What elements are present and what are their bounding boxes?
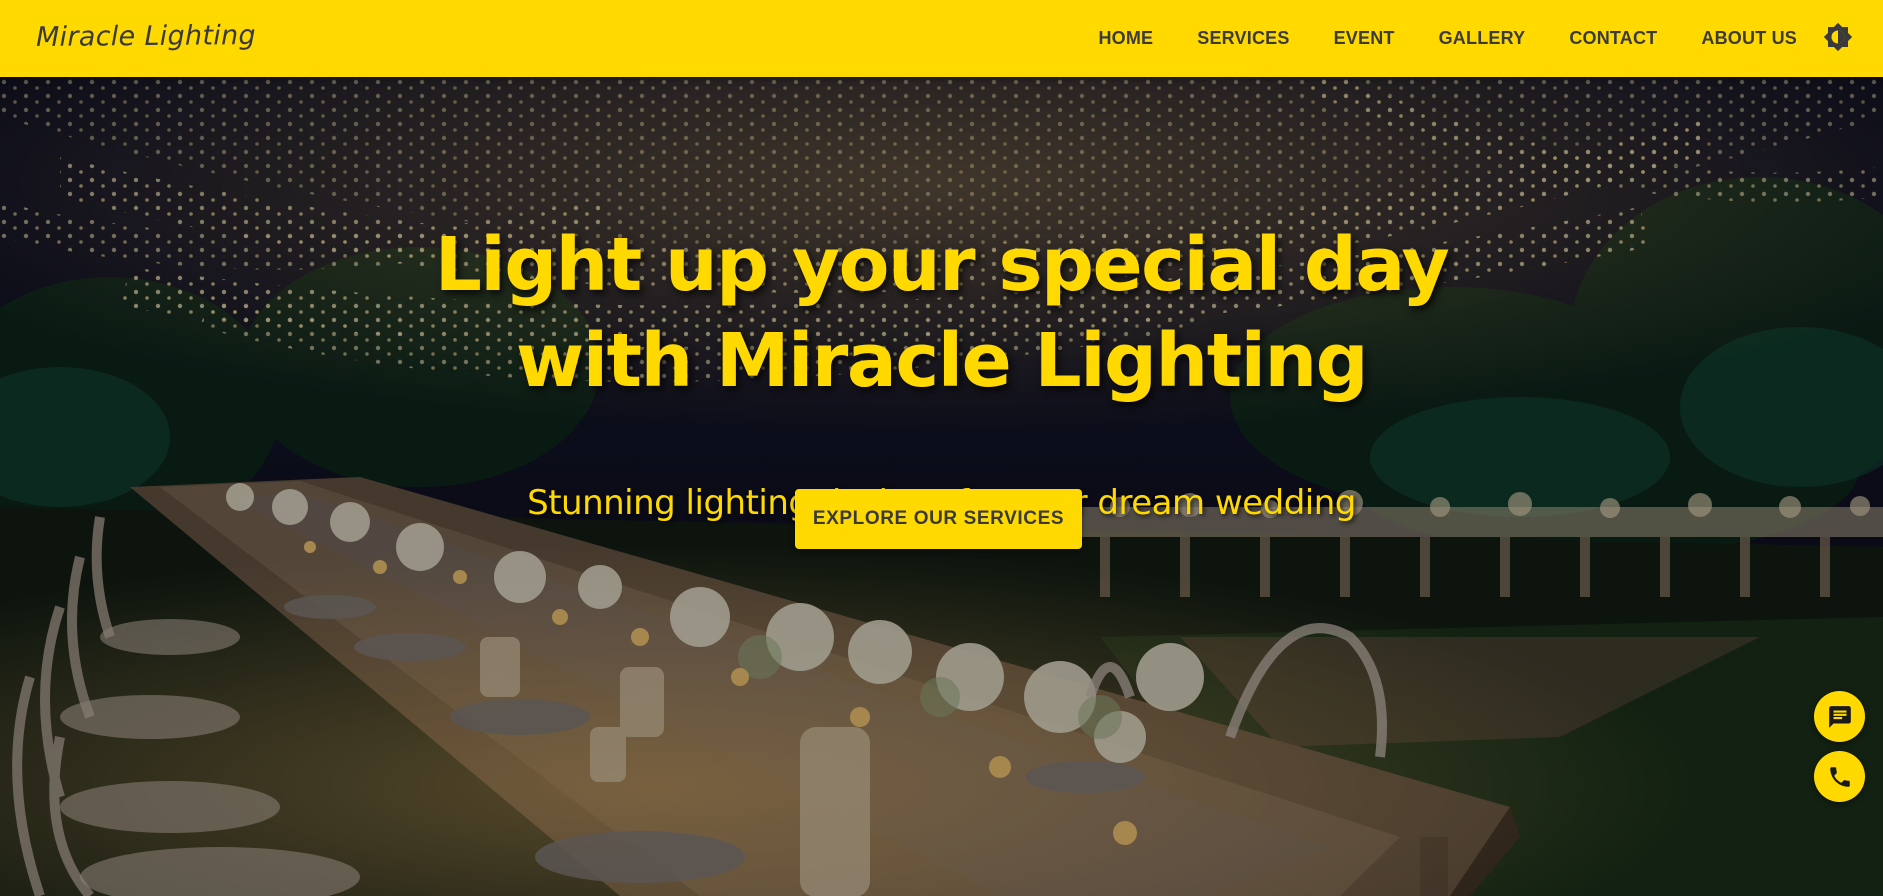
hero-title-line-2: with Miracle Lighting (515, 318, 1369, 404)
navbar: Miracle Lighting HOME SERVICES EVENT GAL… (0, 0, 1883, 77)
nav-contact[interactable]: CONTACT (1569, 28, 1657, 48)
brightness-icon (1823, 22, 1853, 52)
main-nav: HOME SERVICES EVENT GALLERY CONTACT ABOU… (1098, 0, 1797, 77)
nav-event[interactable]: EVENT (1334, 28, 1395, 48)
brand-logo[interactable]: Miracle Lighting (36, 20, 256, 53)
phone-icon (1829, 766, 1850, 787)
nav-gallery[interactable]: GALLERY (1439, 28, 1526, 48)
hero-title: Light up your special day with Miracle L… (0, 217, 1883, 409)
nav-home[interactable]: HOME (1098, 28, 1153, 48)
call-button[interactable] (1814, 751, 1865, 802)
chat-button[interactable] (1814, 691, 1865, 742)
chat-icon (1828, 705, 1851, 728)
nav-about-us[interactable]: ABOUT US (1701, 28, 1797, 48)
nav-services[interactable]: SERVICES (1197, 28, 1289, 48)
explore-services-button[interactable]: EXPLORE OUR SERVICES (795, 489, 1082, 549)
hero-section: Light up your special day with Miracle L… (0, 77, 1883, 896)
hero-title-line-1: Light up your special day (434, 222, 1450, 308)
theme-toggle-button[interactable] (1823, 22, 1853, 52)
